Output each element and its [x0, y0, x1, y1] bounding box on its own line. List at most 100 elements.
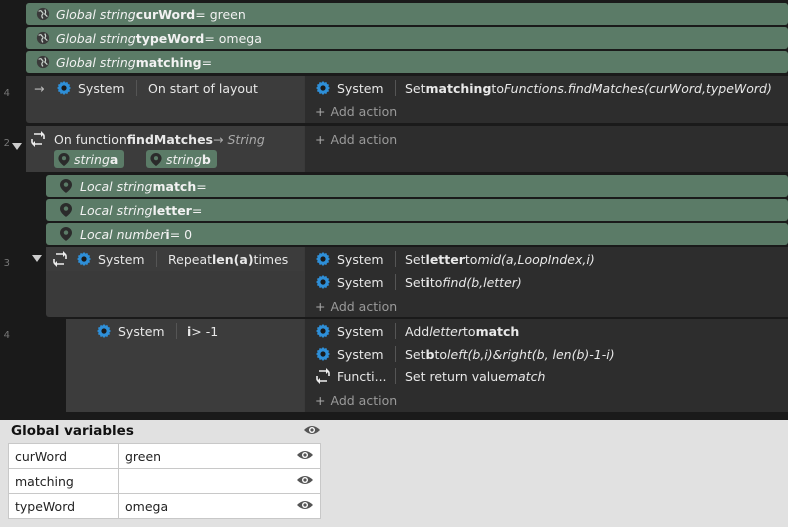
variable-value: = [196, 178, 207, 194]
variable-value: = [201, 54, 213, 70]
pin-icon [60, 227, 72, 241]
divider [395, 274, 396, 290]
condition-object[interactable]: System [56, 77, 125, 99]
gear-icon [315, 346, 331, 362]
object-label: System [98, 251, 145, 267]
function-icon [30, 131, 48, 147]
add-action-button[interactable]: + Add action [315, 295, 397, 317]
event-start-of-layout[interactable]: → System On start of layout System Set m… [26, 76, 788, 123]
action-connector: to [464, 251, 478, 267]
object-label: System [337, 251, 384, 267]
variable-value-cell[interactable]: omega [118, 493, 290, 519]
function-name: findMatches [126, 131, 213, 147]
action-text[interactable]: Set letter to mid(a,LoopIndex,i) [405, 248, 595, 270]
eye-icon[interactable] [290, 493, 321, 519]
object-label: System [337, 323, 384, 339]
function-header[interactable]: On function findMatches → String [30, 128, 265, 150]
action-object[interactable]: System [315, 248, 384, 270]
function-icon [315, 368, 331, 384]
param-name: b [201, 151, 211, 167]
local-variable-match[interactable]: Local string match = [46, 175, 788, 197]
add-action-button[interactable]: + Add action [315, 100, 397, 122]
add-action-label: Add action [330, 131, 398, 147]
collapse-toggle-icon[interactable] [12, 143, 22, 150]
gear-icon [96, 323, 112, 339]
object-label: System [337, 80, 384, 96]
variable-prefix: Local string [80, 202, 153, 218]
condition-block[interactable]: → System On start of layout [26, 76, 304, 100]
add-action-button[interactable]: + Add action [315, 128, 397, 150]
pin-icon [58, 153, 70, 166]
add-action-label: Add action [330, 103, 398, 119]
panel-title: Global variables [11, 423, 134, 439]
pin-icon [60, 179, 72, 193]
condition-object[interactable]: System [76, 248, 145, 270]
param-name: a [109, 151, 119, 167]
variable-value: = green [195, 6, 246, 22]
action-block: System Set letter to mid(a,LoopIndex,i) … [305, 247, 788, 317]
action-verb: Set [405, 80, 426, 96]
divider [176, 323, 177, 339]
global-variable-curword[interactable]: Global string curWord = green [26, 3, 788, 25]
action-object[interactable]: System [315, 320, 384, 342]
collapse-toggle-icon[interactable] [32, 255, 42, 262]
local-variable-i[interactable]: Local number i = 0 [46, 223, 788, 245]
action-text[interactable]: Set b to left(b,i)&right(b, len(b)-1-i) [405, 343, 615, 365]
global-variables-panel: Global variables curWord green matching … [0, 420, 788, 527]
condition-block[interactable]: System Repeat len(a) times [46, 247, 304, 271]
object-label: System [337, 274, 384, 290]
variable-value-cell[interactable] [118, 468, 290, 494]
action-connector: to [491, 80, 504, 96]
condition-object[interactable]: System [96, 320, 165, 342]
event-function-findmatches[interactable]: On function findMatches → String string … [26, 126, 788, 172]
action-target: match [475, 323, 520, 339]
function-param-a[interactable]: string a [54, 150, 125, 168]
event-sub-condition[interactable]: System i > -1 System Add letter to match… [66, 319, 788, 412]
action-object[interactable]: System [315, 77, 384, 99]
action-object[interactable]: Functi... [315, 365, 387, 387]
event-line-number: 2 [3, 138, 10, 149]
variable-name-cell: curWord [8, 443, 119, 469]
table-row[interactable]: typeWord omega [8, 493, 321, 519]
condition-block[interactable]: On function findMatches → String string … [26, 126, 304, 172]
table-row[interactable]: matching [8, 468, 321, 494]
event-repeat[interactable]: System Repeat len(a) times System Set le… [46, 247, 788, 317]
event-line-number: 4 [3, 330, 10, 341]
condition-text[interactable]: Repeat len(a) times [168, 248, 288, 270]
object-label: System [78, 80, 125, 96]
globe-icon [36, 31, 50, 45]
variable-prefix: Global string [56, 6, 136, 22]
condition-block[interactable]: System i > -1 [66, 319, 304, 412]
action-text[interactable]: Set return value match [405, 365, 545, 387]
global-variable-matching[interactable]: Global string matching = [26, 51, 788, 73]
eye-icon[interactable] [303, 424, 321, 436]
param-type: string [74, 151, 110, 167]
action-object[interactable]: System [315, 343, 384, 365]
function-param-b[interactable]: string b [146, 150, 217, 168]
add-action-label: Add action [330, 298, 398, 314]
event-line-number: 3 [3, 258, 10, 269]
variable-value: = 0 [169, 226, 193, 242]
variable-value-cell[interactable]: green [118, 443, 290, 469]
add-action-button[interactable]: + Add action [315, 389, 397, 411]
param-type: string [166, 151, 202, 167]
global-variable-typeword[interactable]: Global string typeWord = omega [26, 27, 788, 49]
action-text[interactable]: Set matching to Functions.findMatches(cu… [405, 77, 772, 99]
eye-icon[interactable] [290, 468, 321, 494]
divider [395, 323, 396, 339]
variable-name: curWord [135, 6, 196, 22]
action-object[interactable]: System [315, 271, 384, 293]
condition-text[interactable]: i > -1 [187, 320, 218, 342]
divider [395, 346, 396, 362]
pin-icon [150, 153, 162, 166]
action-verb: Set [405, 274, 426, 290]
eye-icon[interactable] [290, 443, 321, 469]
variable-value: = omega [204, 30, 262, 46]
action-expression: left(b,i)&right(b, len(b)-1-i) [447, 346, 615, 362]
divider [395, 368, 396, 384]
table-row[interactable]: curWord green [8, 443, 321, 469]
local-variable-letter[interactable]: Local string letter = [46, 199, 788, 221]
action-text[interactable]: Set i to find(b,letter) [405, 271, 522, 293]
condition-text[interactable]: On start of layout [148, 77, 258, 99]
action-text[interactable]: Add letter to match [405, 320, 519, 342]
